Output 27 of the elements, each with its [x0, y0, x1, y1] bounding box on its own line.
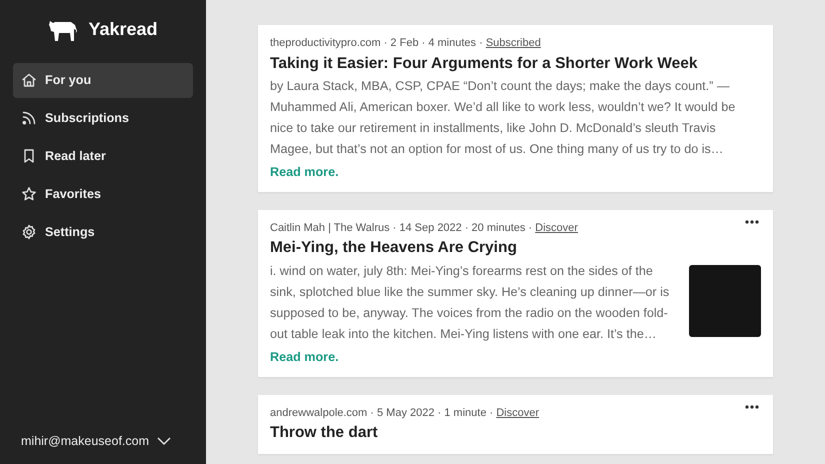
star-icon	[21, 186, 37, 202]
article-title: Mei-Ying, the Heavens Are Crying	[270, 238, 518, 258]
nav-item[interactable]: Read later	[13, 138, 193, 174]
article-meta: andrewwalpole.com · 5 May 2022 · 1 minute · Discover	[270, 406, 540, 421]
source-link[interactable]: Discover	[535, 222, 578, 234]
read-more-link[interactable]: Read more.	[270, 162, 339, 182]
account-menu[interactable]: mihir@makeuseof.com	[15, 431, 206, 452]
article-title: Taking it Easier: Four Arguments for a Shorter Work Week	[270, 54, 698, 73]
home-icon	[21, 72, 37, 88]
more-options-icon[interactable]	[743, 404, 761, 409]
chevron-down-icon	[157, 437, 172, 446]
settings-icon	[21, 224, 37, 240]
article-excerpt: by Laura Stack, MBA, CSP, CPAE “Don’t count the days; make the days count.” — Muhammed Ali, American boxer. We’d all like to work less, wouldn’t we? It would be nice to take our retirement in installments, like John D. McDonald’s sleuth Travis Magee, but that’s not an option for most of us. One thing many of us try to do is…	[270, 78, 736, 158]
article-excerpt: i. wind on water, july 8th: Mei-Ying’s forearms rest on the sides of the sink, splotched blue like the summer sky. He’s cleaning up dinner—or is supposed to be, anyway. The voices from the radio on the wooden fold-out table leak into the kitchen. Mei-Ying listens with one ear. It’s the…	[270, 262, 670, 343]
nav-item[interactable]: For you	[13, 63, 193, 98]
read-more-link[interactable]: Read more.	[270, 348, 339, 367]
nav-item[interactable]: Favorites	[13, 176, 193, 212]
rss-icon	[21, 110, 37, 126]
nav-item[interactable]: Settings	[13, 214, 193, 250]
article-title: Throw the dart	[270, 423, 379, 443]
brand-name: Yakread	[88, 18, 158, 41]
article-meta: Caitlin Mah | The Walrus · 14 Sep 2022 · 20 minutes · Discover	[270, 220, 578, 236]
source-link[interactable]: Subscribed	[486, 37, 541, 49]
more-options-icon[interactable]	[743, 220, 761, 224]
source-link[interactable]: Discover	[496, 406, 540, 419]
article-meta: theproductivitypro.com · 2 Feb · 4 minutes · Subscribed	[270, 36, 541, 51]
nav-item[interactable]: Subscriptions	[13, 100, 193, 136]
